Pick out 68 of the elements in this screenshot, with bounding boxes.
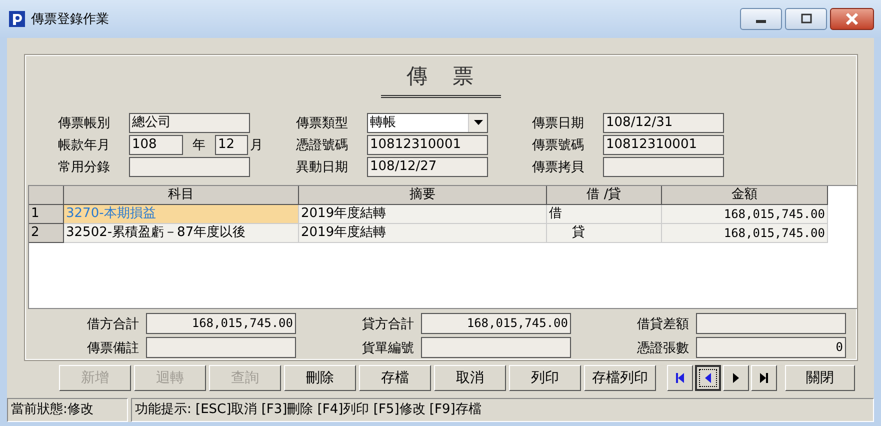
field-label: 帳款年月 <box>58 136 111 154</box>
unit-label: 年 <box>192 136 206 154</box>
unit-label: 月 <box>249 136 263 154</box>
input-field[interactable] <box>146 337 296 358</box>
input-field[interactable] <box>421 337 571 358</box>
field-label: 傳票拷貝 <box>532 158 585 176</box>
maximize-icon <box>799 13 813 25</box>
action-button[interactable]: 存檔 <box>359 365 431 391</box>
close-button[interactable] <box>830 8 874 30</box>
close-form-button[interactable]: 關閉 <box>785 365 855 391</box>
field-label: 常用分錄 <box>58 158 111 176</box>
app-icon <box>9 11 25 27</box>
field-label: 傳票類型 <box>296 114 349 132</box>
input-field[interactable]: 總公司 <box>129 112 250 132</box>
table-cell: 3270-本期損益 <box>64 205 299 224</box>
field-label: 憑證號碼 <box>296 136 349 154</box>
row-number: 1 <box>29 205 64 224</box>
field-label: 憑證張數 <box>637 340 689 356</box>
nav-last-icon <box>757 371 771 385</box>
input-field[interactable]: 0 <box>696 337 846 358</box>
input-field[interactable]: 168,015,745.00 <box>421 313 571 334</box>
type-dropdown[interactable]: 轉帳 <box>367 112 488 132</box>
action-button[interactable]: 取消 <box>434 365 506 391</box>
input-field[interactable]: 10812310001 <box>367 134 488 154</box>
field-label: 貨單編號 <box>362 340 414 356</box>
window-title: 傳票登錄作業 <box>31 11 109 28</box>
caret-icon <box>474 120 482 125</box>
input-field[interactable]: 108/12/31 <box>603 112 724 132</box>
status-state: 當前狀態:修改 <box>7 398 128 422</box>
field-label: 異動日期 <box>296 158 349 176</box>
table-cell: 借 <box>547 205 662 224</box>
field-label: 借方合計 <box>87 316 139 332</box>
input-field[interactable]: 108/12/27 <box>367 156 488 176</box>
nav-first-icon <box>673 371 687 385</box>
column-header[interactable]: 摘要 <box>299 186 547 205</box>
column-header[interactable]: 科目 <box>64 186 299 205</box>
table-cell: 2019年度結轉 <box>299 205 547 224</box>
status-hint: 功能提示: [ESC]取消 [F3]刪除 [F4]列印 [F5]修改 [F9]存檔 <box>131 398 874 422</box>
table-cell: 168,015,745.00 <box>662 224 828 243</box>
close-icon <box>844 12 860 26</box>
input-field[interactable] <box>603 156 724 176</box>
field-label: 傳票帳別 <box>58 114 111 132</box>
nav-button[interactable] <box>695 365 721 391</box>
column-header[interactable]: 金額 <box>662 186 828 205</box>
field-label: 貸方合計 <box>362 316 414 332</box>
input-field[interactable]: 108 <box>129 134 183 154</box>
field-label: 傳票號碼 <box>532 136 585 154</box>
input-field[interactable]: 10812310001 <box>603 134 724 154</box>
row-header-corner <box>29 186 64 205</box>
action-button[interactable]: 存檔列印 <box>584 365 656 391</box>
input-field[interactable]: 168,015,745.00 <box>146 313 296 334</box>
form-title: 傳 票 <box>381 62 501 98</box>
input-field[interactable] <box>696 313 846 334</box>
column-header[interactable]: 借 /貸 <box>547 186 662 205</box>
minimize-button[interactable] <box>740 8 782 30</box>
table-cell: 168,015,745.00 <box>662 205 828 224</box>
field-label: 借貸差額 <box>637 316 689 332</box>
maximize-button[interactable] <box>785 8 827 30</box>
row-number: 2 <box>29 224 64 243</box>
table-cell: 貸 <box>547 224 662 243</box>
action-button[interactable]: 列印 <box>509 365 581 391</box>
field-label: 傳票日期 <box>532 114 585 132</box>
table-cell: 2019年度結轉 <box>299 224 547 243</box>
input-field[interactable]: 12 <box>215 134 248 154</box>
action-button[interactable]: 刪除 <box>284 365 356 391</box>
input-field[interactable] <box>129 156 250 176</box>
field-label: 傳票備註 <box>87 340 139 356</box>
table-cell: 32502-累積盈虧－87年度以後 <box>64 224 299 243</box>
